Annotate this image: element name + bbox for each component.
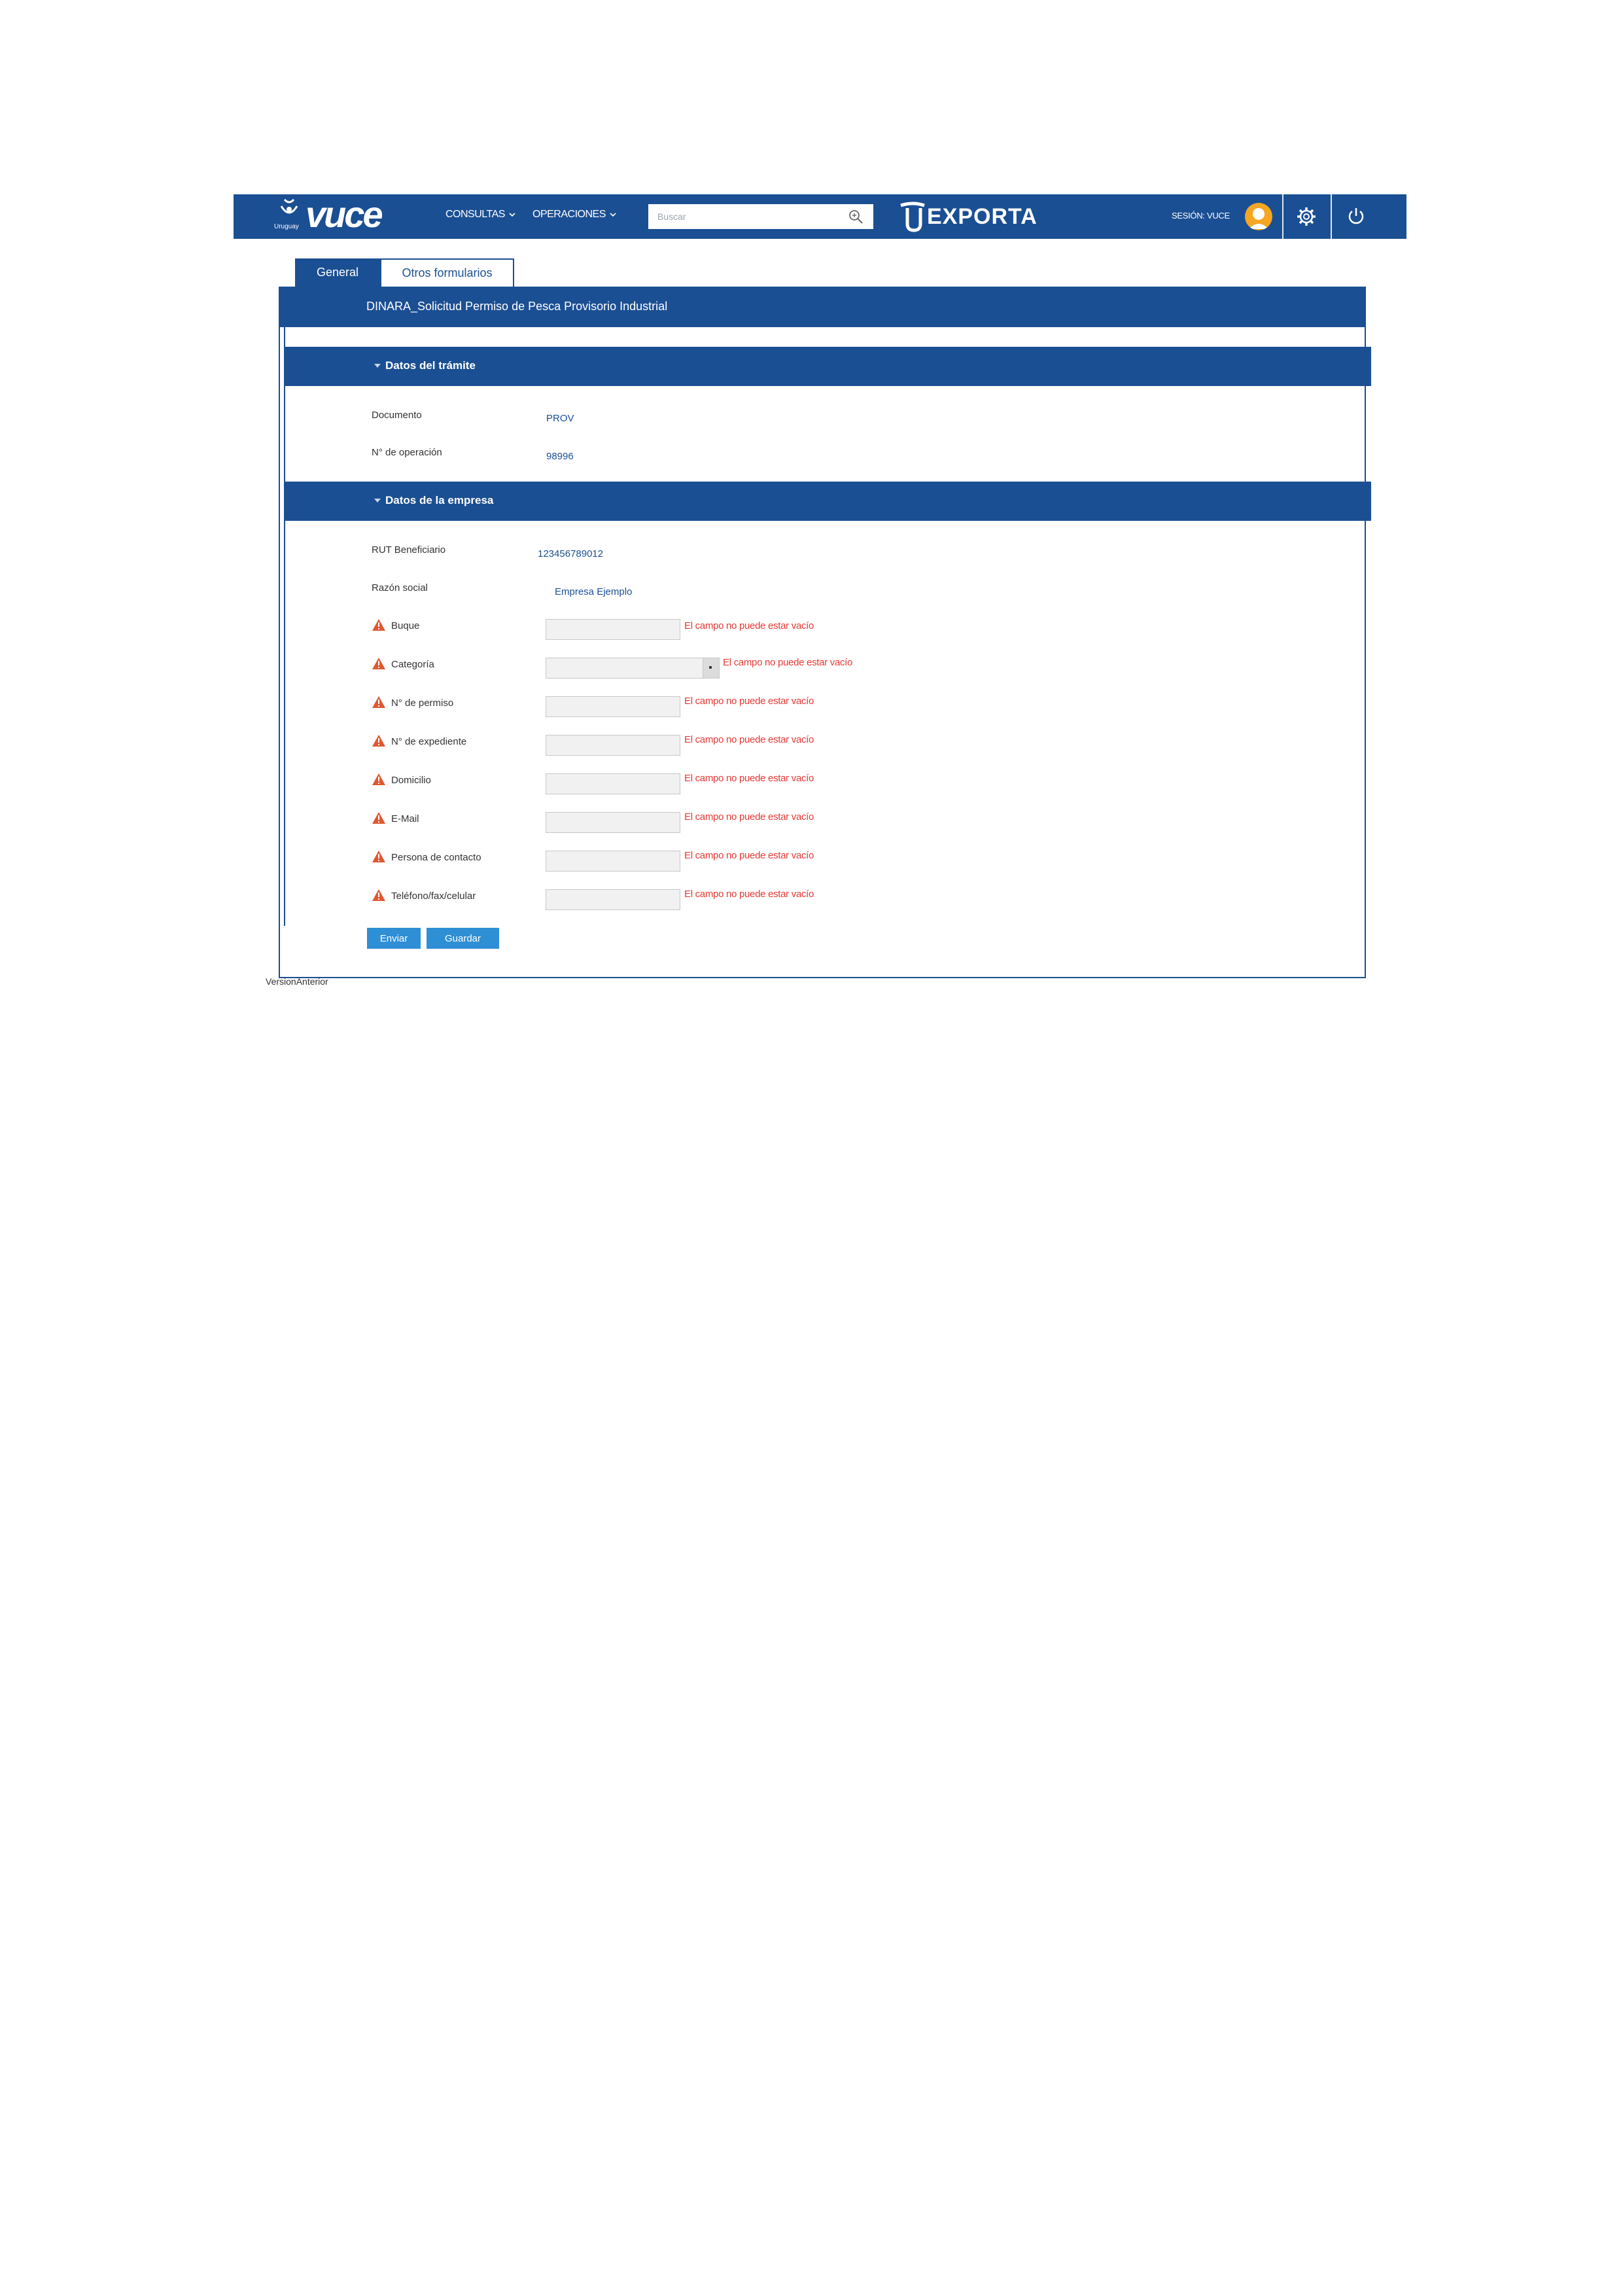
warning-icon	[372, 773, 385, 785]
warning-icon	[372, 851, 385, 862]
logo-country: Uruguay	[274, 223, 299, 230]
user-icon	[1249, 208, 1268, 229]
header-divider	[1331, 194, 1332, 239]
search-input[interactable]	[648, 204, 873, 229]
exporta-logo[interactable]: EXPORTA	[899, 200, 1038, 234]
label-numero-expediente: N° de expediente	[391, 736, 467, 747]
categoria-select[interactable]	[546, 658, 720, 679]
uruguay-shield-icon	[280, 198, 298, 214]
form-title: DINARA_Solicitud Permiso de Pesca Provis…	[366, 300, 668, 313]
header-divider	[1282, 194, 1283, 239]
error-categoria: El campo no puede estar vacío	[723, 657, 853, 668]
power-icon[interactable]	[1346, 206, 1367, 227]
nav-consultas-label: CONSULTAS	[445, 209, 505, 220]
section-title-datos-tramite: Datos del trámite	[385, 359, 476, 372]
session-label: SESIÓN: VUCE	[1172, 211, 1230, 221]
tab-general[interactable]: General	[295, 258, 380, 287]
tab-otros-formularios[interactable]: Otros formularios	[380, 258, 514, 287]
warning-icon	[372, 619, 385, 631]
chevron-down-icon	[610, 213, 616, 217]
section-header-datos-empresa[interactable]: Datos de la empresa	[284, 482, 1371, 521]
label-telefono: Teléfono/fax/celular	[391, 891, 476, 902]
gear-icon[interactable]	[1296, 206, 1317, 227]
warning-icon	[372, 812, 385, 824]
vuce-logo[interactable]: Uruguay vuce	[274, 194, 392, 236]
search-icon[interactable]	[848, 209, 864, 224]
label-numero-permiso: N° de permiso	[391, 698, 454, 709]
nav-operaciones-label: OPERACIONES	[532, 209, 606, 220]
label-email: E-Mail	[391, 813, 419, 824]
warning-icon	[372, 889, 385, 901]
label-categoria: Categoría	[391, 659, 434, 670]
error-email: El campo no puede estar vacío	[684, 811, 814, 822]
label-persona-contacto: Persona de contacto	[391, 852, 481, 863]
domicilio-input[interactable]	[546, 773, 680, 794]
caret-down-icon	[374, 499, 381, 503]
top-navigation-bar: Uruguay vuce CONSULTAS OPERACIONES EXPOR…	[234, 194, 1406, 239]
nav-consultas[interactable]: CONSULTAS	[445, 209, 515, 221]
label-documento: Documento	[372, 410, 422, 421]
form-panel	[279, 287, 1366, 978]
chevron-down-icon	[509, 213, 515, 217]
avatar[interactable]	[1245, 203, 1272, 230]
persona-contacto-input[interactable]	[546, 851, 680, 872]
error-persona-contacto: El campo no puede estar vacío	[684, 850, 814, 861]
buque-input[interactable]	[546, 619, 680, 640]
warning-icon	[372, 696, 385, 708]
label-numero-operacion: N° de operación	[372, 447, 442, 458]
label-rut-beneficiario: RUT Beneficiario	[372, 544, 446, 556]
select-arrow-icon[interactable]	[703, 658, 719, 678]
enviar-button[interactable]: Enviar	[367, 928, 421, 949]
version-anterior-link[interactable]: VersionAnterior	[266, 976, 328, 985]
label-razon-social: Razón social	[372, 582, 428, 593]
warning-icon	[372, 735, 385, 747]
logo-text: vuce	[305, 194, 383, 235]
numero-expediente-input[interactable]	[546, 735, 680, 756]
nav-operaciones[interactable]: OPERACIONES	[532, 209, 616, 221]
value-rut-beneficiario: 123456789012	[538, 548, 604, 559]
error-telefono: El campo no puede estar vacío	[684, 889, 814, 900]
guardar-button[interactable]: Guardar	[427, 928, 499, 949]
exporta-mark-icon	[900, 202, 925, 232]
email-input[interactable]	[546, 812, 680, 833]
value-numero-operacion: 98996	[546, 451, 574, 462]
warning-icon	[372, 658, 385, 669]
label-domicilio: Domicilio	[391, 775, 431, 786]
value-razon-social: Empresa Ejemplo	[555, 586, 633, 597]
numero-permiso-input[interactable]	[546, 696, 680, 717]
error-numero-expediente: El campo no puede estar vacío	[684, 734, 814, 745]
caret-down-icon	[374, 364, 381, 368]
telefono-input[interactable]	[546, 889, 680, 910]
exporta-text: EXPORTA	[927, 203, 1038, 229]
section-header-datos-tramite[interactable]: Datos del trámite	[284, 347, 1371, 386]
error-numero-permiso: El campo no puede estar vacío	[684, 696, 814, 707]
error-domicilio: El campo no puede estar vacío	[684, 773, 814, 784]
label-buque: Buque	[391, 620, 420, 631]
section-left-border	[284, 327, 285, 926]
value-documento: PROV	[546, 413, 574, 424]
section-title-datos-empresa: Datos de la empresa	[385, 494, 494, 506]
error-buque: El campo no puede estar vacío	[684, 620, 814, 631]
